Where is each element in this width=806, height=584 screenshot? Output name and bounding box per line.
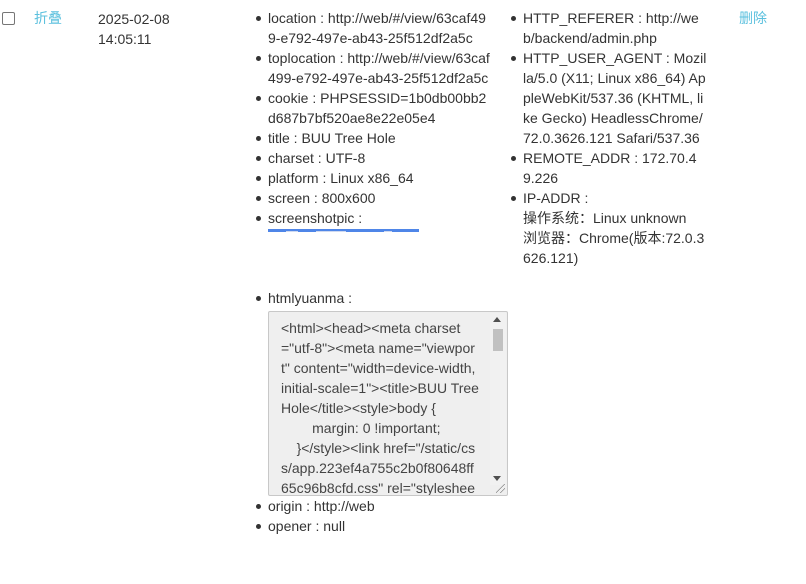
scroll-up-icon[interactable] (493, 317, 501, 322)
info-toplocation: toplocation : http://web/#/view/63caf499… (256, 48, 493, 88)
ip-os: 操作系统：Linux unknown (523, 210, 687, 226)
server-user-agent: HTTP_USER_AGENT : Mozilla/5.0 (X11; Linu… (511, 50, 707, 146)
info-htmlyuanma: htmlyuanma : <html><head><meta charset="… (256, 288, 508, 496)
htmlyuanma-label: htmlyuanma : (268, 290, 353, 306)
screenshotpic-label: screenshotpic : (268, 210, 363, 226)
scroll-thumb[interactable] (493, 329, 503, 351)
server-referer: HTTP_REFERER : http://web/backend/admin.… (511, 8, 708, 48)
info-screenshotpic: screenshotpic : (256, 208, 493, 288)
info-opener: opener : null (256, 516, 493, 536)
textarea-scrollbar[interactable] (490, 313, 506, 485)
ip-addr-label: IP-ADDR : (523, 190, 589, 206)
resize-grip-icon[interactable] (496, 484, 505, 493)
ip-browser: 浏览器：Chrome(版本:72.0.3626.121) (523, 230, 705, 266)
info-cookie: cookie : PHPSESSID=1b0db00bb2d687b7bf520… (256, 88, 493, 128)
html-source-textarea[interactable]: <html><head><meta charset="utf-8"><meta … (268, 311, 508, 496)
info-origin: origin : http://web (256, 496, 493, 516)
info-title: title : BUU Tree Hole (256, 128, 493, 148)
row-select-checkbox[interactable] (2, 12, 15, 25)
server-remote-addr: REMOTE_ADDR : 172.70.49.226 (511, 148, 708, 188)
timestamp: 2025-02-08 14:05:11 (98, 11, 170, 47)
info-platform: platform : Linux x86_64 (256, 168, 493, 188)
collapse-toggle-link[interactable]: 折叠 (34, 9, 62, 27)
info-screen: screen : 800x600 (256, 188, 493, 208)
client-info-list: location : http://web/#/view/63caf499-e7… (256, 8, 508, 536)
html-source-text: <html><head><meta charset="utf-8"><meta … (281, 320, 479, 496)
scroll-down-icon[interactable] (493, 476, 501, 481)
info-charset: charset : UTF-8 (256, 148, 493, 168)
delete-link[interactable]: 删除 (739, 9, 767, 27)
screenshot-thumbnail[interactable] (268, 228, 493, 288)
info-location: location : http://web/#/view/63caf499-e7… (256, 8, 493, 48)
server-info-list: HTTP_REFERER : http://web/backend/admin.… (511, 8, 708, 268)
server-ip-addr: IP-ADDR : 操作系统：Linux unknown 浏览器：Chrome(… (511, 188, 708, 268)
